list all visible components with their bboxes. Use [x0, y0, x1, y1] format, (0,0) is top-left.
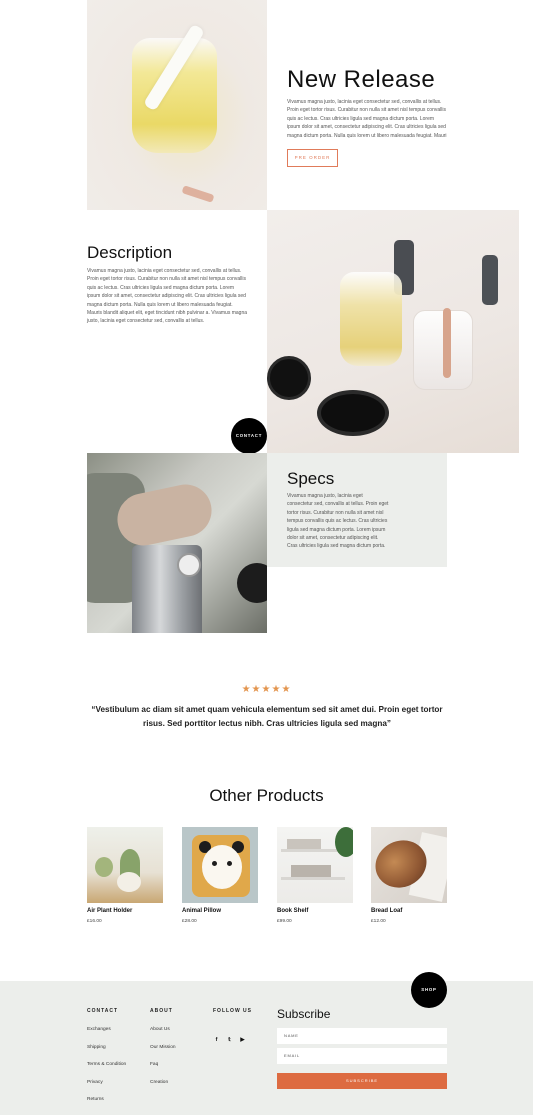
product-price: £16.00: [87, 919, 102, 924]
product-card[interactable]: Animal Pillow £28.00: [182, 827, 258, 924]
twitter-icon[interactable]: 𝕥: [226, 1037, 233, 1043]
footer-link-creation[interactable]: Creation: [150, 1080, 168, 1085]
product-price: £28.00: [182, 919, 197, 924]
product-card[interactable]: Bread Loaf £12.00: [371, 827, 447, 924]
product-price: £12.00: [371, 919, 386, 924]
name-input[interactable]: NAME: [277, 1028, 447, 1044]
footer-follow-heading: FOLLOW US: [213, 1008, 252, 1014]
product-name[interactable]: Book Shelf: [277, 908, 353, 914]
other-products-title: Other Products: [209, 786, 324, 805]
product-name[interactable]: Air Plant Holder: [87, 908, 163, 914]
facebook-icon[interactable]: f: [213, 1037, 220, 1043]
product-price: £99.00: [277, 919, 292, 924]
product-name[interactable]: Bread Loaf: [371, 908, 447, 914]
footer-link-terms[interactable]: Terms & Condition: [87, 1062, 126, 1067]
product-card[interactable]: Book Shelf £99.00: [277, 827, 353, 924]
product-image[interactable]: [87, 827, 163, 903]
rating-stars: ★★★★★: [241, 684, 292, 695]
specs-text: Vivamus magna justo, lacinia eget consec…: [287, 493, 389, 550]
youtube-icon[interactable]: ▶: [239, 1037, 246, 1043]
description-text: Vivamus magna justo, lacinia eget consec…: [87, 268, 247, 325]
footer-contact-heading: CONTACT: [87, 1008, 119, 1014]
shop-button[interactable]: SHOP: [411, 972, 447, 1008]
subscribe-title: Subscribe: [277, 1007, 331, 1021]
footer-link-exchanges[interactable]: Exchanges: [87, 1027, 111, 1032]
footer-link-privacy[interactable]: Privacy: [87, 1080, 103, 1085]
specs-image: [87, 453, 267, 633]
footer-link-our-mission[interactable]: Our Mission: [150, 1045, 176, 1050]
email-input[interactable]: EMAIL: [277, 1048, 447, 1064]
footer-link-shipping[interactable]: Shipping: [87, 1045, 106, 1050]
subscribe-button[interactable]: SUBSCRIBE: [277, 1073, 447, 1089]
new-release-image: [87, 0, 267, 210]
product-image[interactable]: [371, 827, 447, 903]
footer: [0, 981, 533, 1115]
footer-link-about-us[interactable]: About Us: [150, 1027, 170, 1032]
product-image[interactable]: [182, 827, 258, 903]
product-table-image: [267, 210, 519, 453]
specs-title: Specs: [287, 469, 335, 488]
description-title: Description: [87, 243, 173, 262]
footer-link-faq[interactable]: Faq: [150, 1062, 158, 1067]
pre-order-button[interactable]: PRE ORDER: [287, 149, 338, 167]
testimonial-quote: “Vestibulum ac diam sit amet quam vehicu…: [91, 705, 443, 728]
product-name[interactable]: Animal Pillow: [182, 908, 258, 914]
new-release-text: Vivamus magna justo, lacinia eget consec…: [287, 99, 447, 139]
social-links: f 𝕥 ▶: [213, 1028, 252, 1046]
product-card[interactable]: Air Plant Holder £16.00: [87, 827, 163, 924]
product-image[interactable]: [277, 827, 353, 903]
footer-about-heading: ABOUT: [150, 1008, 173, 1014]
contact-button[interactable]: CONTACT: [231, 418, 267, 454]
new-release-title: New Release: [287, 66, 436, 93]
footer-link-returns[interactable]: Returns: [87, 1097, 104, 1102]
